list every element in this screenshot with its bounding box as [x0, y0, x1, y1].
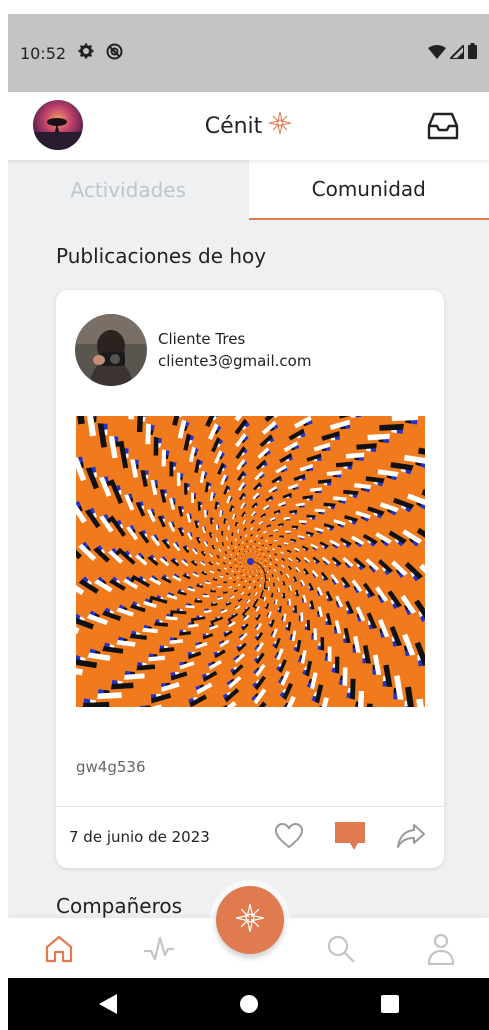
home-circle-icon[interactable]: [237, 992, 261, 1016]
compass-fab-icon: [235, 903, 265, 937]
compass-fab-button[interactable]: [216, 886, 284, 954]
post-date: 7 de junio de 2023: [69, 828, 210, 846]
companions-title: Compañeros: [56, 894, 183, 918]
battery-icon: [468, 43, 477, 63]
app-header: Cénit: [8, 92, 489, 160]
post-image[interactable]: [56, 366, 444, 757]
signal-icon: [447, 42, 465, 63]
post-card: Cliente Tres cliente3@gmail.com gw4g536 …: [56, 290, 444, 868]
compass-logo-icon: [268, 111, 292, 141]
author-name: Cliente Tres: [158, 330, 246, 348]
sync-icon: [106, 43, 123, 64]
share-icon[interactable]: [395, 820, 427, 852]
divider: [56, 806, 444, 807]
author-avatar[interactable]: [75, 314, 147, 386]
back-icon[interactable]: [96, 992, 120, 1016]
author-email: cliente3@gmail.com: [158, 352, 312, 370]
inbox-icon[interactable]: [427, 111, 459, 141]
tab-comunidad[interactable]: Comunidad: [248, 160, 489, 220]
user-avatar[interactable]: [33, 100, 83, 150]
status-bar: 10:52: [8, 14, 489, 92]
status-time: 10:52: [20, 43, 67, 63]
comment-icon[interactable]: [334, 820, 366, 852]
recents-icon[interactable]: [378, 992, 402, 1016]
settings-icon: [78, 43, 94, 63]
app-screen: 10:52 Cénit Actividades Comunidad Public…: [8, 14, 489, 1030]
profile-icon[interactable]: [424, 932, 458, 966]
tab-actividades[interactable]: Actividades: [8, 160, 249, 220]
like-heart-icon[interactable]: [273, 820, 305, 852]
home-icon[interactable]: [42, 932, 76, 966]
system-nav-bar: [8, 978, 489, 1030]
search-icon[interactable]: [324, 932, 358, 966]
app-title: Cénit: [205, 111, 293, 141]
section-title: Publicaciones de hoy: [56, 244, 267, 268]
post-text: gw4g536: [76, 758, 146, 776]
app-title-text: Cénit: [204, 113, 263, 139]
activity-icon[interactable]: [142, 932, 176, 966]
wifi-icon: [428, 44, 446, 63]
tab-bar: Actividades Comunidad: [8, 160, 489, 220]
